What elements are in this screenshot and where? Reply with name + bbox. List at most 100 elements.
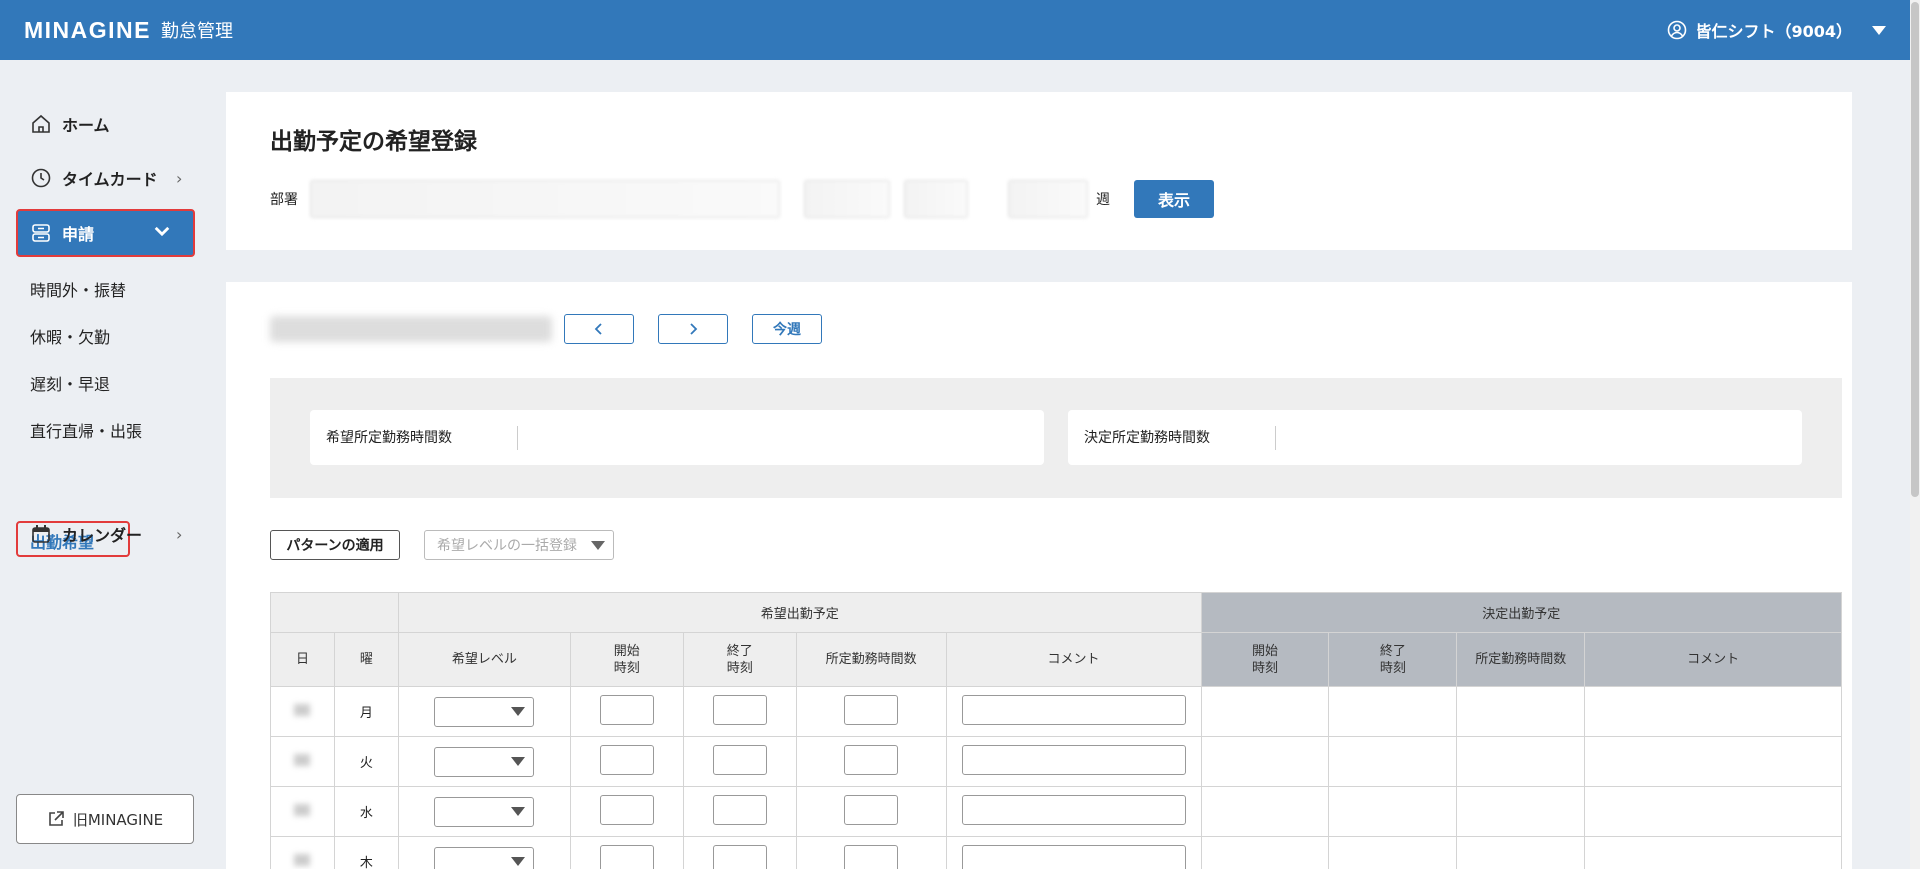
sidebar-sub-overtime[interactable]: 時間外・振替: [30, 277, 126, 301]
week-navigation: 今週: [270, 314, 822, 344]
user-name: 皆仁シフト（9004）: [1695, 22, 1852, 41]
show-button[interactable]: 表示: [1134, 180, 1214, 218]
day-cell: [270, 686, 335, 737]
sidebar-item-calendar[interactable]: カレンダー ›: [30, 522, 200, 546]
inbox-icon: [32, 224, 50, 242]
start-time-input[interactable]: [599, 744, 654, 775]
comment-input[interactable]: [961, 694, 1186, 725]
apply-pattern-button[interactable]: パターンの適用: [270, 530, 400, 560]
col-level: 希望レベル: [397, 632, 571, 687]
old-minagine-button[interactable]: 旧MINAGINE: [16, 794, 194, 844]
table-row: 月: [270, 686, 1842, 737]
chevron-down-icon: [151, 220, 183, 246]
col-day: 日: [270, 632, 335, 687]
day-cell: [270, 736, 335, 787]
hours-input[interactable]: [844, 794, 899, 825]
clock-icon: [31, 168, 51, 188]
sidebar-sub-direct[interactable]: 直行直帰・出張: [30, 418, 142, 442]
chevron-right-icon: ›: [176, 168, 183, 188]
caret-down-icon: [511, 757, 526, 766]
filter-card: 出勤予定の希望登録 部署 週 表示: [226, 92, 1852, 250]
col-decided-start: 開始 時刻: [1200, 632, 1330, 687]
sidebar-item-label: カレンダー: [62, 526, 143, 545]
col-end: 終了 時刻: [682, 632, 797, 687]
year-select[interactable]: [804, 180, 890, 218]
sidebar-item-request[interactable]: 申請: [16, 209, 195, 257]
chevron-right-icon: [690, 323, 698, 335]
top-bar: MINAGINE 勤怠管理 皆仁シフト（9004）: [0, 0, 1910, 60]
comment-input[interactable]: [961, 844, 1186, 869]
start-time-input[interactable]: [599, 694, 654, 725]
hours-input[interactable]: [844, 744, 899, 775]
chevron-left-icon: [594, 323, 602, 335]
schedule-table: 希望出勤予定 決定出勤予定 日 曜 希望レベル 開始 時刻 終了 時刻 所定勤務…: [270, 592, 1843, 869]
user-circle-icon: [1668, 20, 1687, 40]
weekday-cell: 月: [333, 686, 399, 737]
start-time-input[interactable]: [599, 794, 654, 825]
sidebar-sub-late[interactable]: 遅刻・早退: [30, 371, 110, 395]
level-select[interactable]: [434, 746, 535, 777]
sidebar-sub-leave[interactable]: 休暇・欠勤: [30, 324, 110, 348]
caret-down-icon: [511, 707, 526, 716]
col-decided-end: 終了 時刻: [1328, 632, 1458, 687]
bulk-level-select[interactable]: 希望レベルの一括登録: [424, 530, 614, 560]
page-title: 出勤予定の希望登録: [270, 129, 477, 155]
brand-logo[interactable]: MINAGINE: [24, 17, 151, 44]
end-time-input[interactable]: [712, 744, 767, 775]
day-cell: [270, 786, 335, 837]
end-time-input[interactable]: [712, 694, 767, 725]
weekday-cell: 木: [333, 836, 399, 869]
weekday-cell: 水: [333, 786, 399, 837]
calendar-icon: [32, 525, 50, 543]
col-weekday: 曜: [333, 632, 399, 687]
this-week-button[interactable]: 今週: [752, 314, 822, 344]
end-time-input[interactable]: [712, 844, 767, 869]
table-row: 木: [270, 836, 1842, 869]
level-select[interactable]: [434, 796, 535, 827]
sidebar-item-label: ホーム: [62, 116, 110, 135]
sidebar-item-timecard[interactable]: タイムカード ›: [30, 166, 200, 190]
col-start: 開始 時刻: [569, 632, 684, 687]
filter-row: 部署 週 表示: [270, 180, 1214, 218]
day-cell: [270, 836, 335, 869]
requested-hours-box: 希望所定勤務時間数: [310, 410, 1044, 465]
level-select[interactable]: [434, 846, 535, 869]
hours-input[interactable]: [844, 694, 899, 725]
table-tools: パターンの適用 希望レベルの一括登録: [270, 530, 614, 560]
decided-hours-label: 決定所定勤務時間数: [1068, 425, 1276, 450]
chevron-right-icon: ›: [176, 524, 183, 544]
old-minagine-label: 旧MINAGINE: [72, 810, 164, 829]
summary-panel: 希望所定勤務時間数 決定所定勤務時間数: [270, 378, 1842, 498]
bulk-level-placeholder: 希望レベルの一括登録: [437, 538, 577, 554]
month-select[interactable]: [904, 180, 968, 218]
end-time-input[interactable]: [712, 794, 767, 825]
requested-group-header: 希望出勤予定: [397, 592, 1202, 633]
dept-label: 部署: [270, 192, 298, 208]
table-row: 火: [270, 736, 1842, 787]
caret-down-icon: [511, 807, 526, 816]
hours-input[interactable]: [844, 844, 899, 869]
prev-week-button[interactable]: [564, 314, 634, 344]
scrollbar-thumb[interactable]: [1911, 2, 1919, 497]
caret-down-icon[interactable]: [1872, 25, 1886, 35]
weekday-cell: 火: [333, 736, 399, 787]
brand-subtitle: 勤怠管理: [161, 21, 233, 42]
table-row: 水: [270, 786, 1842, 837]
sidebar-item-home[interactable]: ホーム: [30, 112, 110, 136]
decided-hours-box: 決定所定勤務時間数: [1068, 410, 1802, 465]
page-scrollbar[interactable]: [1910, 0, 1920, 869]
sidebar-item-label: タイムカード: [62, 170, 158, 189]
level-select[interactable]: [434, 696, 535, 727]
week-select[interactable]: [1008, 180, 1088, 218]
user-menu[interactable]: 皆仁シフト（9004）: [1667, 18, 1886, 42]
comment-input[interactable]: [961, 744, 1186, 775]
week-label: 週: [1096, 192, 1110, 208]
col-decided-comment: コメント: [1584, 632, 1842, 687]
dept-select[interactable]: [310, 180, 780, 218]
start-time-input[interactable]: [599, 844, 654, 869]
next-week-button[interactable]: [658, 314, 728, 344]
comment-input[interactable]: [961, 794, 1186, 825]
sidebar: ホーム タイムカード › 申請 時間外・振替 休暇・欠勤 遅刻・早退 直行直帰・…: [0, 60, 210, 869]
col-decided-hours: 所定勤務時間数: [1456, 632, 1586, 687]
table-corner: [270, 592, 399, 633]
